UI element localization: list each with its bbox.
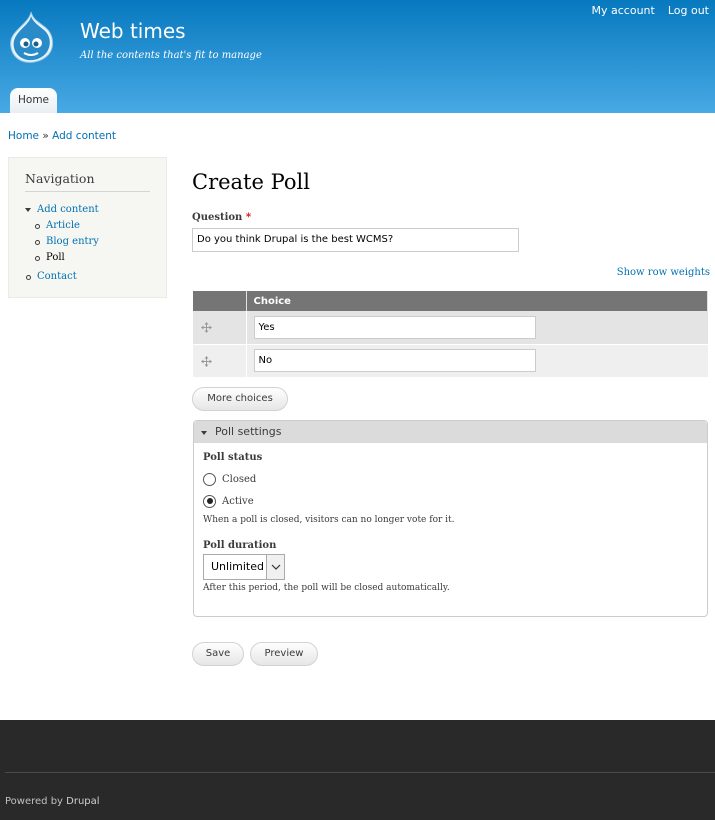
circle-bullet-icon [35, 240, 40, 245]
sidebar-item-poll: Poll [25, 250, 166, 266]
breadcrumb: Home » Add content [8, 130, 116, 142]
page-title: Create Poll [192, 170, 310, 194]
sidebar-item-contact: Contact [25, 269, 166, 285]
poll-duration-value: Unlimited [211, 560, 264, 573]
site-header: Web times All the contents that's fit to… [0, 0, 715, 113]
choice-column-header: Choice [246, 291, 708, 311]
sidebar-title: Navigation [25, 171, 150, 192]
drag-handle-icon[interactable] [201, 322, 212, 333]
poll-settings-legend-text: Poll settings [215, 425, 282, 438]
required-marker: * [245, 212, 252, 223]
dropdown-arrow[interactable] [266, 555, 284, 579]
circle-bullet-icon [26, 275, 31, 280]
sidebar-item-add-content: Add content [25, 202, 166, 218]
drag-column-header [193, 291, 247, 311]
question-label: Question * [192, 212, 251, 223]
drupal-logo-icon[interactable] [6, 10, 56, 64]
radio-active-label[interactable]: Active [222, 496, 254, 507]
choices-table: Choice Yes No [193, 291, 708, 378]
sidebar-item-add-content-link[interactable]: Add content [37, 204, 99, 215]
circle-bullet-icon [35, 224, 40, 229]
table-row: No [193, 344, 708, 378]
poll-settings-legend[interactable]: Poll settings [194, 421, 707, 443]
poll-settings-fieldset: Poll settings Poll status Closed Active … [193, 420, 708, 617]
poll-status-description: When a poll is closed, visitors can no l… [203, 515, 455, 525]
radio-closed-input[interactable] [203, 472, 216, 486]
my-account-link[interactable]: My account [592, 4, 655, 17]
drag-handle-icon[interactable] [201, 355, 212, 367]
drupal-link[interactable]: Drupal [66, 796, 99, 807]
powered-by: Powered by Drupal [5, 796, 100, 807]
radio-active-input[interactable] [203, 494, 216, 508]
breadcrumb-separator: » [42, 130, 49, 142]
sidebar-item-blog-entry: Blog entry [25, 234, 166, 250]
tab-home[interactable]: Home [10, 88, 58, 113]
sidebar-item-article-link[interactable]: Article [46, 220, 80, 231]
chevron-down-icon [271, 564, 281, 570]
log-out-link[interactable]: Log out [668, 4, 709, 17]
breadcrumb-home-link[interactable]: Home [8, 130, 39, 142]
site-footer: Powered by Drupal [0, 720, 715, 820]
breadcrumb-add-content-link[interactable]: Add content [52, 130, 116, 142]
drag-handle[interactable] [193, 344, 247, 378]
sidebar-item-article: Article [25, 218, 166, 234]
poll-status-label: Poll status [203, 452, 263, 463]
secondary-menu: My account Log out [592, 4, 710, 17]
more-choices-button[interactable]: More choices [192, 387, 288, 411]
poll-duration-description: After this period, the poll will be clos… [203, 583, 450, 593]
question-input[interactable]: Do you think Drupal is the best WCMS? [192, 228, 519, 252]
radio-closed-label[interactable]: Closed [222, 474, 256, 485]
poll-duration-label: Poll duration [203, 540, 277, 551]
sidebar-item-poll-link[interactable]: Poll [46, 252, 65, 263]
question-label-text: Question [192, 212, 243, 223]
site-slogan: All the contents that's fit to manage [80, 50, 262, 61]
circle-bullet-icon [35, 256, 40, 261]
poll-duration-select[interactable]: Unlimited [203, 554, 285, 580]
sidebar-item-blog-entry-link[interactable]: Blog entry [46, 236, 99, 247]
triangle-down-bullet-icon [25, 208, 31, 212]
radio-closed[interactable]: Closed [203, 471, 256, 487]
radio-active[interactable]: Active [203, 493, 254, 509]
choice-input-1[interactable]: Yes [253, 315, 536, 339]
table-row: Yes [193, 311, 708, 345]
choice-input-2[interactable]: No [253, 349, 536, 372]
footer-divider [5, 772, 715, 773]
drag-handle[interactable] [193, 311, 247, 345]
show-row-weights-link[interactable]: Show row weights [617, 267, 710, 278]
sidebar-item-contact-link[interactable]: Contact [37, 271, 77, 282]
sidebar-navigation: Navigation Add content Article Blog entr… [8, 157, 167, 298]
powered-by-text: Powered by [5, 796, 63, 807]
preview-button[interactable]: Preview [250, 642, 318, 666]
save-button[interactable]: Save [192, 642, 244, 666]
nav-menu: Add content Article Blog entry Poll Cont… [25, 202, 166, 285]
collapse-triangle-icon [201, 431, 207, 435]
site-name[interactable]: Web times [80, 19, 186, 43]
